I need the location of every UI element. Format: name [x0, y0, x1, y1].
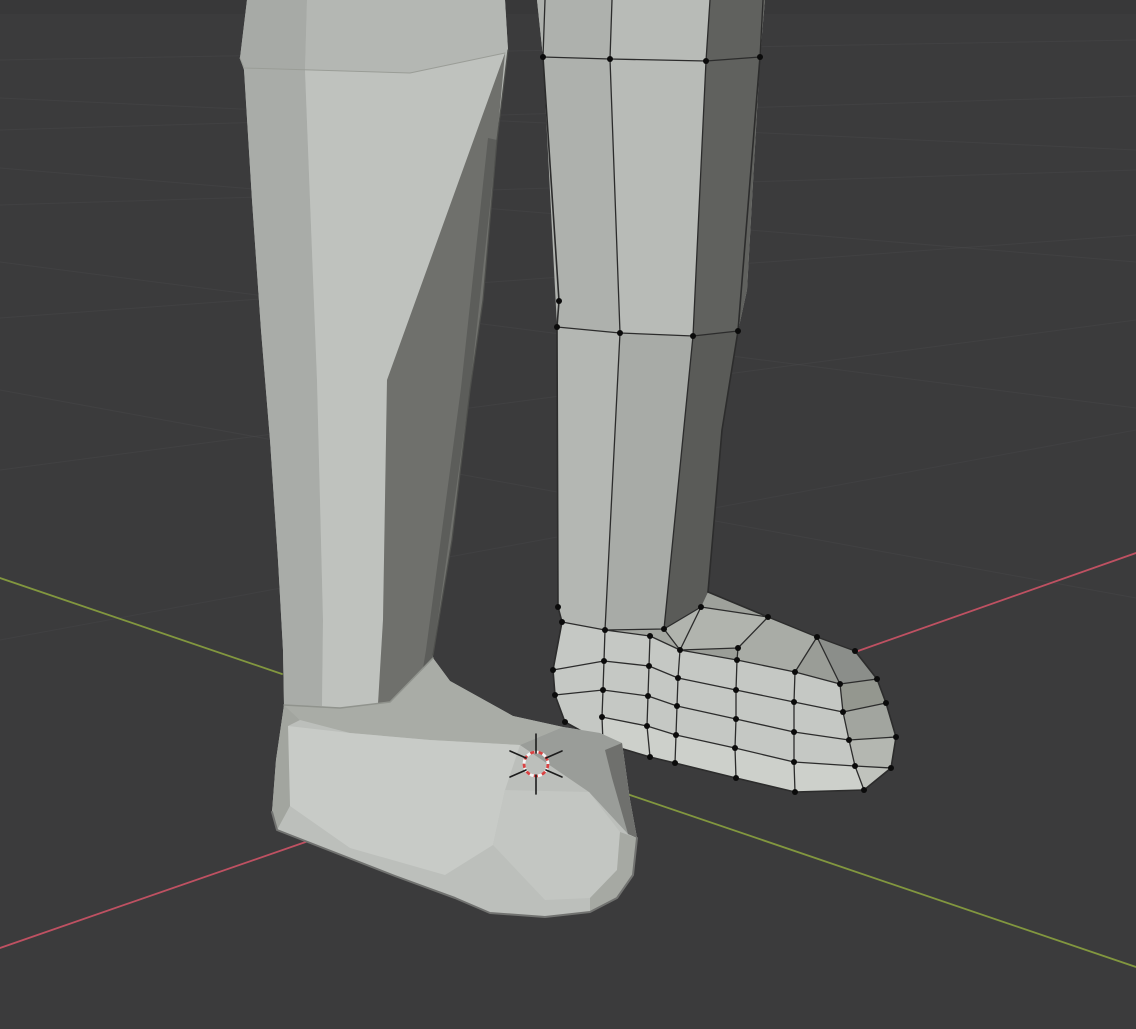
edit-vertex[interactable] [791, 699, 797, 705]
edit-vertex[interactable] [735, 645, 741, 651]
edit-vertex[interactable] [888, 765, 894, 771]
edit-vertex[interactable] [644, 723, 650, 729]
edit-vertex[interactable] [672, 760, 678, 766]
edit-vertex[interactable] [540, 54, 546, 60]
edit-vertex[interactable] [893, 734, 899, 740]
edit-vertex[interactable] [617, 330, 623, 336]
edit-vertex[interactable] [698, 604, 704, 610]
edit-vertex[interactable] [757, 54, 763, 60]
edit-vertex[interactable] [562, 719, 568, 725]
edit-vertex[interactable] [883, 700, 889, 706]
edit-vertex[interactable] [733, 775, 739, 781]
edit-vertex[interactable] [559, 619, 565, 625]
edit-vertex[interactable] [874, 676, 880, 682]
edit-vertex[interactable] [550, 667, 556, 673]
leg-left-facet-knee-left[interactable] [240, 0, 307, 70]
edit-vertex[interactable] [602, 627, 608, 633]
edit-vertex[interactable] [677, 647, 683, 653]
edit-vertex[interactable] [837, 681, 843, 687]
edit-vertex[interactable] [765, 614, 771, 620]
edit-vertex[interactable] [661, 626, 667, 632]
edit-vertex[interactable] [791, 729, 797, 735]
edit-vertex[interactable] [852, 763, 858, 769]
edit-vertex[interactable] [600, 687, 606, 693]
edit-vertex[interactable] [552, 692, 558, 698]
edit-vertex[interactable] [555, 604, 561, 610]
edit-vertex[interactable] [852, 648, 858, 654]
edit-vertex[interactable] [601, 658, 607, 664]
edit-vertex[interactable] [645, 693, 651, 699]
blender-3d-viewport[interactable] [0, 0, 1136, 1029]
edit-vertex[interactable] [690, 333, 696, 339]
edit-vertex[interactable] [846, 737, 852, 743]
edit-vertex[interactable] [647, 633, 653, 639]
edit-vertex[interactable] [556, 298, 562, 304]
edit-vertex[interactable] [734, 657, 740, 663]
edit-vertex[interactable] [554, 324, 560, 330]
edit-vertex[interactable] [607, 56, 613, 62]
edit-vertex[interactable] [732, 745, 738, 751]
edit-vertex[interactable] [647, 754, 653, 760]
edit-vertex[interactable] [791, 759, 797, 765]
edit-vertex[interactable] [733, 687, 739, 693]
edit-vertex[interactable] [673, 732, 679, 738]
edit-vertex[interactable] [861, 787, 867, 793]
viewport-3d[interactable] [0, 0, 1136, 1029]
edit-vertex[interactable] [735, 328, 741, 334]
edit-vertex[interactable] [675, 675, 681, 681]
edit-vertex[interactable] [733, 716, 739, 722]
edit-vertex[interactable] [814, 634, 820, 640]
edit-vertex[interactable] [840, 709, 846, 715]
edit-vertex[interactable] [674, 703, 680, 709]
edit-vertex[interactable] [792, 669, 798, 675]
edit-vertex[interactable] [703, 58, 709, 64]
edit-vertex[interactable] [599, 714, 605, 720]
edit-vertex[interactable] [792, 789, 798, 795]
edit-vertex[interactable] [646, 663, 652, 669]
